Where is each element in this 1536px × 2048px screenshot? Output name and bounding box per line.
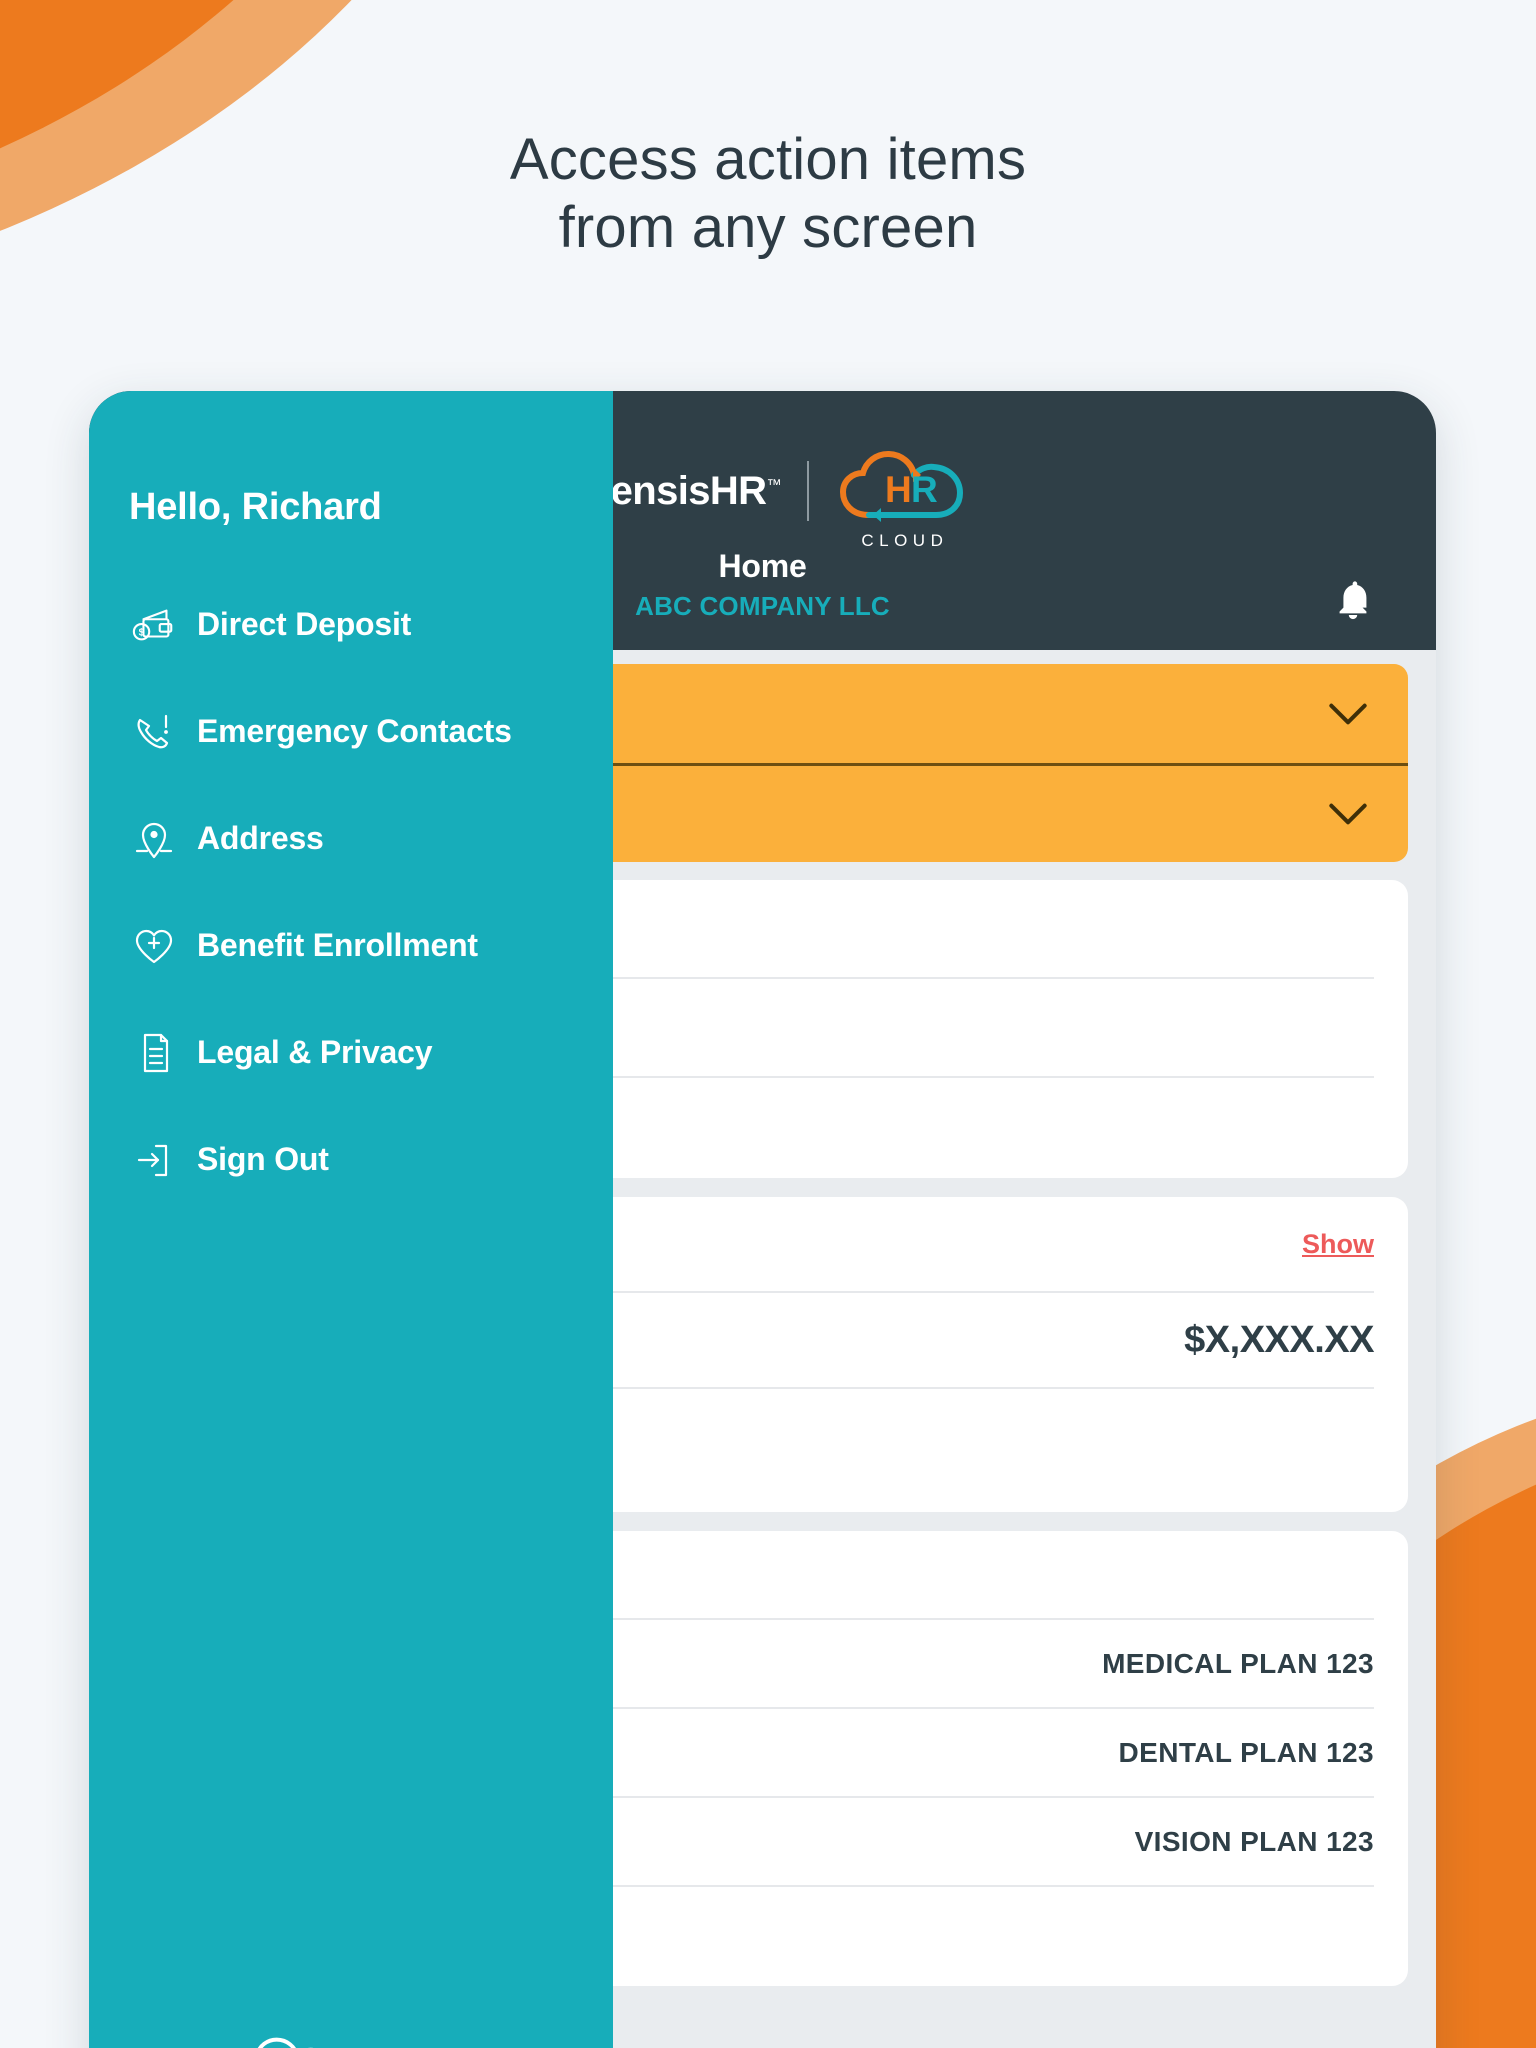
sidebar-item-label: Sign Out xyxy=(197,1141,329,1177)
brand-divider xyxy=(806,461,809,521)
benefit-plan-name: MEDICAL PLAN 123 xyxy=(1102,1647,1374,1679)
sidebar-item-emergency-contacts[interactable]: Emergency Contacts xyxy=(89,678,613,785)
sidebar-item-direct-deposit[interactable]: $ Direct Deposit xyxy=(89,571,613,678)
drawer-hr-cloud-logo: H R CLOUD xyxy=(235,2027,345,2048)
sidebar-item-label: Benefit Enrollment xyxy=(197,927,478,963)
sidebar-item-sign-out[interactable]: Sign Out xyxy=(89,1106,613,1213)
sign-out-icon xyxy=(125,1136,183,1184)
hr-cloud-logo: H R CLOUD xyxy=(835,445,975,550)
paycheck-amount: $X,XXX.XX xyxy=(1184,1318,1374,1361)
cloud-outline-icon: H R xyxy=(257,2037,314,2048)
promo-screenshot: Access action items from any screen Exte… xyxy=(0,0,1536,2048)
sidebar-item-address[interactable]: Address xyxy=(89,785,613,892)
benefit-plan-name: DENTAL PLAN 123 xyxy=(1118,1736,1374,1768)
bell-icon[interactable] xyxy=(1330,577,1376,623)
sidebar-item-benefit-enrollment[interactable]: Benefit Enrollment xyxy=(89,892,613,999)
headline-line-2: from any screen xyxy=(558,195,978,261)
chevron-down-icon[interactable] xyxy=(1328,702,1368,726)
sidebar-item-label: Legal & Privacy xyxy=(197,1034,433,1070)
svg-text:$: $ xyxy=(139,626,145,638)
sidebar-item-label: Direct Deposit xyxy=(197,606,412,642)
trademark-symbol: ™ xyxy=(766,476,781,494)
svg-text:H: H xyxy=(885,469,912,510)
show-link[interactable]: Show xyxy=(1302,1229,1374,1260)
map-pin-icon xyxy=(125,815,183,863)
chevron-down-icon[interactable] xyxy=(1328,802,1368,826)
cloud-logo-icon: H R xyxy=(839,450,963,522)
wallet-money-icon: $ xyxy=(125,601,183,649)
phone-alert-icon xyxy=(125,708,183,756)
benefit-plan-name: VISION PLAN 123 xyxy=(1134,1825,1374,1857)
document-icon xyxy=(125,1029,183,1077)
promo-headline: Access action items from any screen xyxy=(0,126,1536,263)
navigation-drawer: Hello, Richard $ Direct Deposit Emergenc… xyxy=(89,391,613,2048)
headline-line-1: Access action items xyxy=(509,127,1027,192)
drawer-menu: $ Direct Deposit Emergency Contacts Addr… xyxy=(89,571,613,1213)
sidebar-item-label: Emergency Contacts xyxy=(197,713,512,749)
svg-text:R: R xyxy=(911,469,938,510)
heart-plus-icon xyxy=(125,922,183,970)
drawer-greeting: Hello, Richard xyxy=(129,486,382,528)
sidebar-item-legal-privacy[interactable]: Legal & Privacy xyxy=(89,999,613,1106)
phone-mockup: ExtensisHR™ H R CLOUD Home ABC COMPANY L… xyxy=(89,391,1436,2048)
sidebar-item-label: Address xyxy=(197,820,324,856)
app-screen: ExtensisHR™ H R CLOUD Home ABC COMPANY L… xyxy=(89,391,1436,2048)
